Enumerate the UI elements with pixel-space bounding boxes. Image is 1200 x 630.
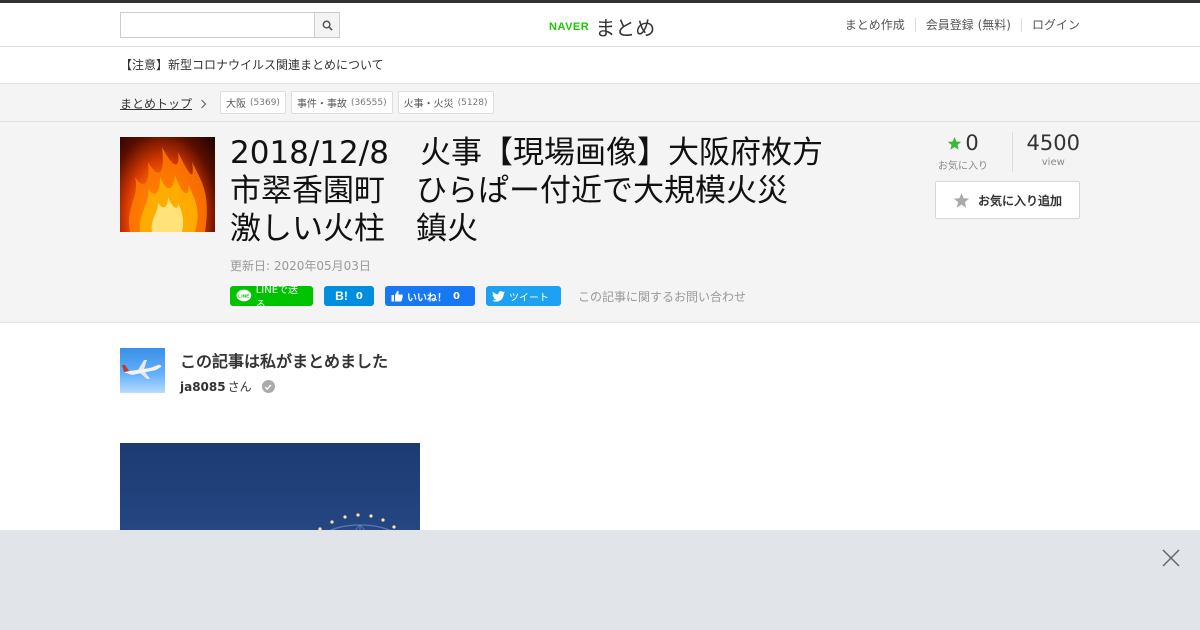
add-favorite-button[interactable]: お気に入り追加 [935,181,1080,219]
tag-label: 火事・火災 [403,99,454,110]
line-share-label: LINEで送る [255,285,299,311]
search-box [120,12,340,38]
login-link[interactable]: ログイン [1020,18,1080,32]
logo-brand: NAVER [549,20,590,33]
header-links: まとめ作成 会員登録 (無料) ログイン [835,18,1080,32]
logo-name: まとめ [595,16,656,40]
chevron-right-icon [201,99,207,108]
hatena-icon: B! [335,289,348,303]
favorites-label: お気に入り [938,161,989,172]
author-heading: この記事は私がまとめました [180,352,389,371]
star-icon [948,136,962,150]
updated-date: 更新日: 2020年05月03日 [230,259,371,273]
facebook-like-label: いいね！ [407,292,447,304]
twitter-bird-icon [492,290,505,302]
share-buttons: LINE LINEで送る B! 0 いいね！ 0 ツイート この記事に関するお問… [230,285,746,311]
title-line: 激しい火柱 鎮火 [230,211,478,247]
tag-count: (5128) [457,97,488,108]
close-icon [1162,549,1180,567]
tag-osaka[interactable]: 大阪 (5369) [220,91,286,114]
title-line: 2018/12/8 火事【現場画像】大阪府枚方 [230,135,823,171]
favorites-count-row: 0 [931,132,996,154]
breadcrumb: まとめトップ 大阪 (5369) 事件・事故 (36555) 火事・火災 (51… [0,84,1200,122]
fire-image [128,147,207,232]
author-suffix: さん [227,380,252,394]
thumbs-up-icon [391,290,403,302]
article-stats: 0 お気に入り 4500 view [931,132,1080,172]
tag-incident-accident[interactable]: 事件・事故 (36555) [290,91,393,114]
author-name[interactable]: ja8085 [180,380,226,394]
create-matome-link[interactable]: まとめ作成 [835,18,915,32]
breadcrumb-top-link[interactable]: まとめトップ [120,95,207,112]
view-count: 4500 [1026,131,1080,155]
favorites-stat: 0 お気に入り [931,132,1013,172]
line-share-button[interactable]: LINE LINEで送る [230,285,313,311]
add-favorite-label: お気に入り追加 [977,193,1062,208]
tag-list: 大阪 (5369) 事件・事故 (36555) 火事・火災 (5128) [220,91,494,114]
tweet-label: ツイート [509,292,549,304]
author-name-row[interactable]: ja8085 さん [180,378,275,395]
contact-link[interactable]: この記事に関するお問い合わせ [578,288,746,305]
view-label: view [1041,157,1065,168]
breadcrumb-top-label[interactable]: まとめトップ [120,95,192,112]
verified-check-icon [261,380,275,393]
notice-banner[interactable]: 【注意】新型コロナウイルス関連まとめについて [0,47,1200,84]
view-stat: 4500 view [1013,132,1080,172]
line-icon: LINE [236,289,252,302]
facebook-like-button[interactable]: いいね！ 0 [385,286,475,306]
register-link[interactable]: 会員登録 (無料) [914,18,1021,32]
facebook-like-count: 0 [453,290,460,302]
notice-text[interactable]: 【注意】新型コロナウイルス関連まとめについて [120,58,384,72]
airplane-image [122,360,162,379]
tag-count: (36555) [350,97,387,108]
avatar[interactable] [120,348,165,393]
close-ad-button[interactable] [1161,548,1181,568]
star-outline-icon [953,192,970,208]
tweet-button[interactable]: ツイート [486,286,561,306]
article-thumbnail [120,137,215,232]
search-icon [322,20,333,31]
tag-fire[interactable]: 火事・火災 (5128) [397,91,494,114]
hatena-count: 0 [355,290,363,302]
title-line: 市翠香園町 ひらぱー付近で大規模火災 [230,173,788,209]
svg-text:LINE: LINE [238,293,250,299]
ad-overlay [0,530,1200,630]
tag-count: (5369) [250,97,280,108]
site-logo[interactable]: NAVER まとめ [549,12,655,41]
hatena-bookmark-button[interactable]: B! 0 [324,286,374,306]
article-header: 2018/12/8 火事【現場画像】大阪府枚方 市翠香園町 ひらぱー付近で大規模… [0,122,1200,323]
site-header: NAVER まとめ まとめ作成 会員登録 (無料) ログイン [0,3,1200,47]
tag-label: 事件・事故 [296,99,347,110]
search-input[interactable] [121,13,315,37]
tag-label: 大阪 [226,99,246,110]
favorites-count: 0 [965,131,979,155]
search-button[interactable] [314,13,339,37]
article-title: 2018/12/8 火事【現場画像】大阪府枚方 市翠香園町 ひらぱー付近で大規模… [230,134,850,248]
